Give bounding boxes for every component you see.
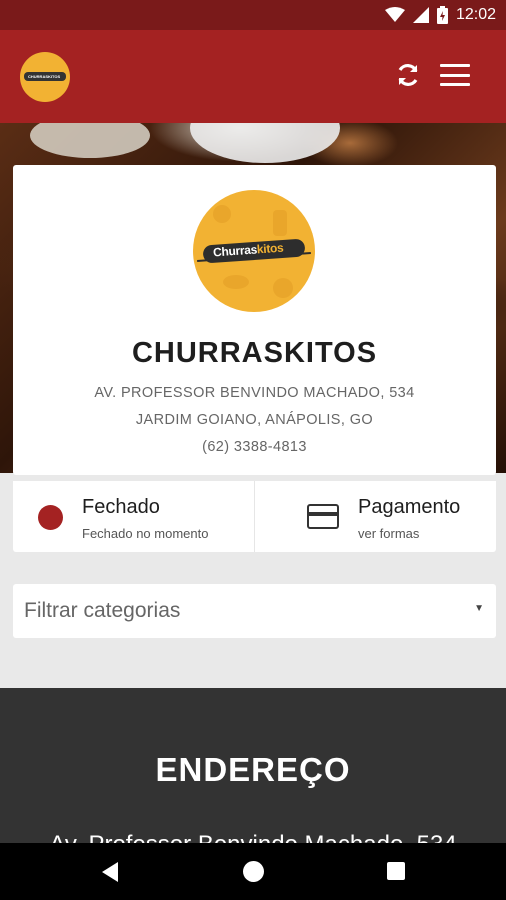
payment-title: Pagamento bbox=[358, 496, 461, 518]
refresh-icon bbox=[398, 64, 418, 86]
wifi-icon bbox=[384, 7, 405, 22]
app-bar: CHURRASKITOS bbox=[0, 30, 506, 123]
recent-apps-icon[interactable] bbox=[387, 862, 405, 880]
menu-button[interactable] bbox=[438, 60, 472, 90]
address-text: Av. Professor Benvindo Machado, 534 bbox=[0, 831, 506, 843]
app-logo[interactable]: CHURRASKITOS bbox=[20, 52, 70, 102]
filter-label: Filtrar categorias bbox=[24, 599, 181, 622]
restaurant-name: CHURRASKITOS bbox=[131, 337, 378, 369]
dropdown-caret-icon: ▼ bbox=[474, 603, 484, 614]
address-title: ENDEREÇO bbox=[155, 751, 351, 788]
address-line-1: AV. PROFESSOR BENVINDO MACHADO, 534 bbox=[94, 385, 415, 401]
signal-icon bbox=[412, 7, 429, 23]
app-logo-text: CHURRASKITOS bbox=[28, 74, 61, 79]
restaurant-logo: Churraskitos bbox=[193, 190, 315, 312]
status-subtitle: Fechado no momento bbox=[82, 526, 209, 541]
back-icon[interactable] bbox=[102, 862, 118, 882]
battery-icon bbox=[436, 6, 448, 24]
address-section: ENDEREÇO Av. Professor Benvindo Machado,… bbox=[0, 688, 506, 843]
category-filter-select[interactable]: Filtrar categorias ▼ bbox=[13, 584, 496, 638]
status-title: Fechado bbox=[82, 496, 160, 518]
system-nav-bar bbox=[0, 843, 506, 900]
phone-number[interactable]: (62) 3388-4813 bbox=[13, 439, 496, 455]
menu-icon bbox=[440, 64, 470, 67]
payment-subtitle: ver formas bbox=[358, 526, 420, 541]
home-icon[interactable] bbox=[243, 861, 264, 882]
clock: 12:02 bbox=[455, 6, 496, 23]
restaurant-card: Churraskitos CHURRASKITOS AV. PROFESSOR … bbox=[13, 165, 496, 475]
payment-button[interactable]: Pagamento ver formas bbox=[254, 481, 496, 552]
address-line-2: JARDIM GOIANO, ANÁPOLIS, GO bbox=[135, 412, 374, 428]
info-row: Fechado Fechado no momento Pagamento ver… bbox=[13, 481, 496, 552]
refresh-button[interactable] bbox=[393, 58, 423, 92]
open-status: Fechado Fechado no momento bbox=[13, 481, 254, 552]
credit-card-icon bbox=[307, 504, 339, 529]
status-bar: 12:02 bbox=[0, 0, 506, 30]
closed-status-dot bbox=[38, 505, 63, 530]
